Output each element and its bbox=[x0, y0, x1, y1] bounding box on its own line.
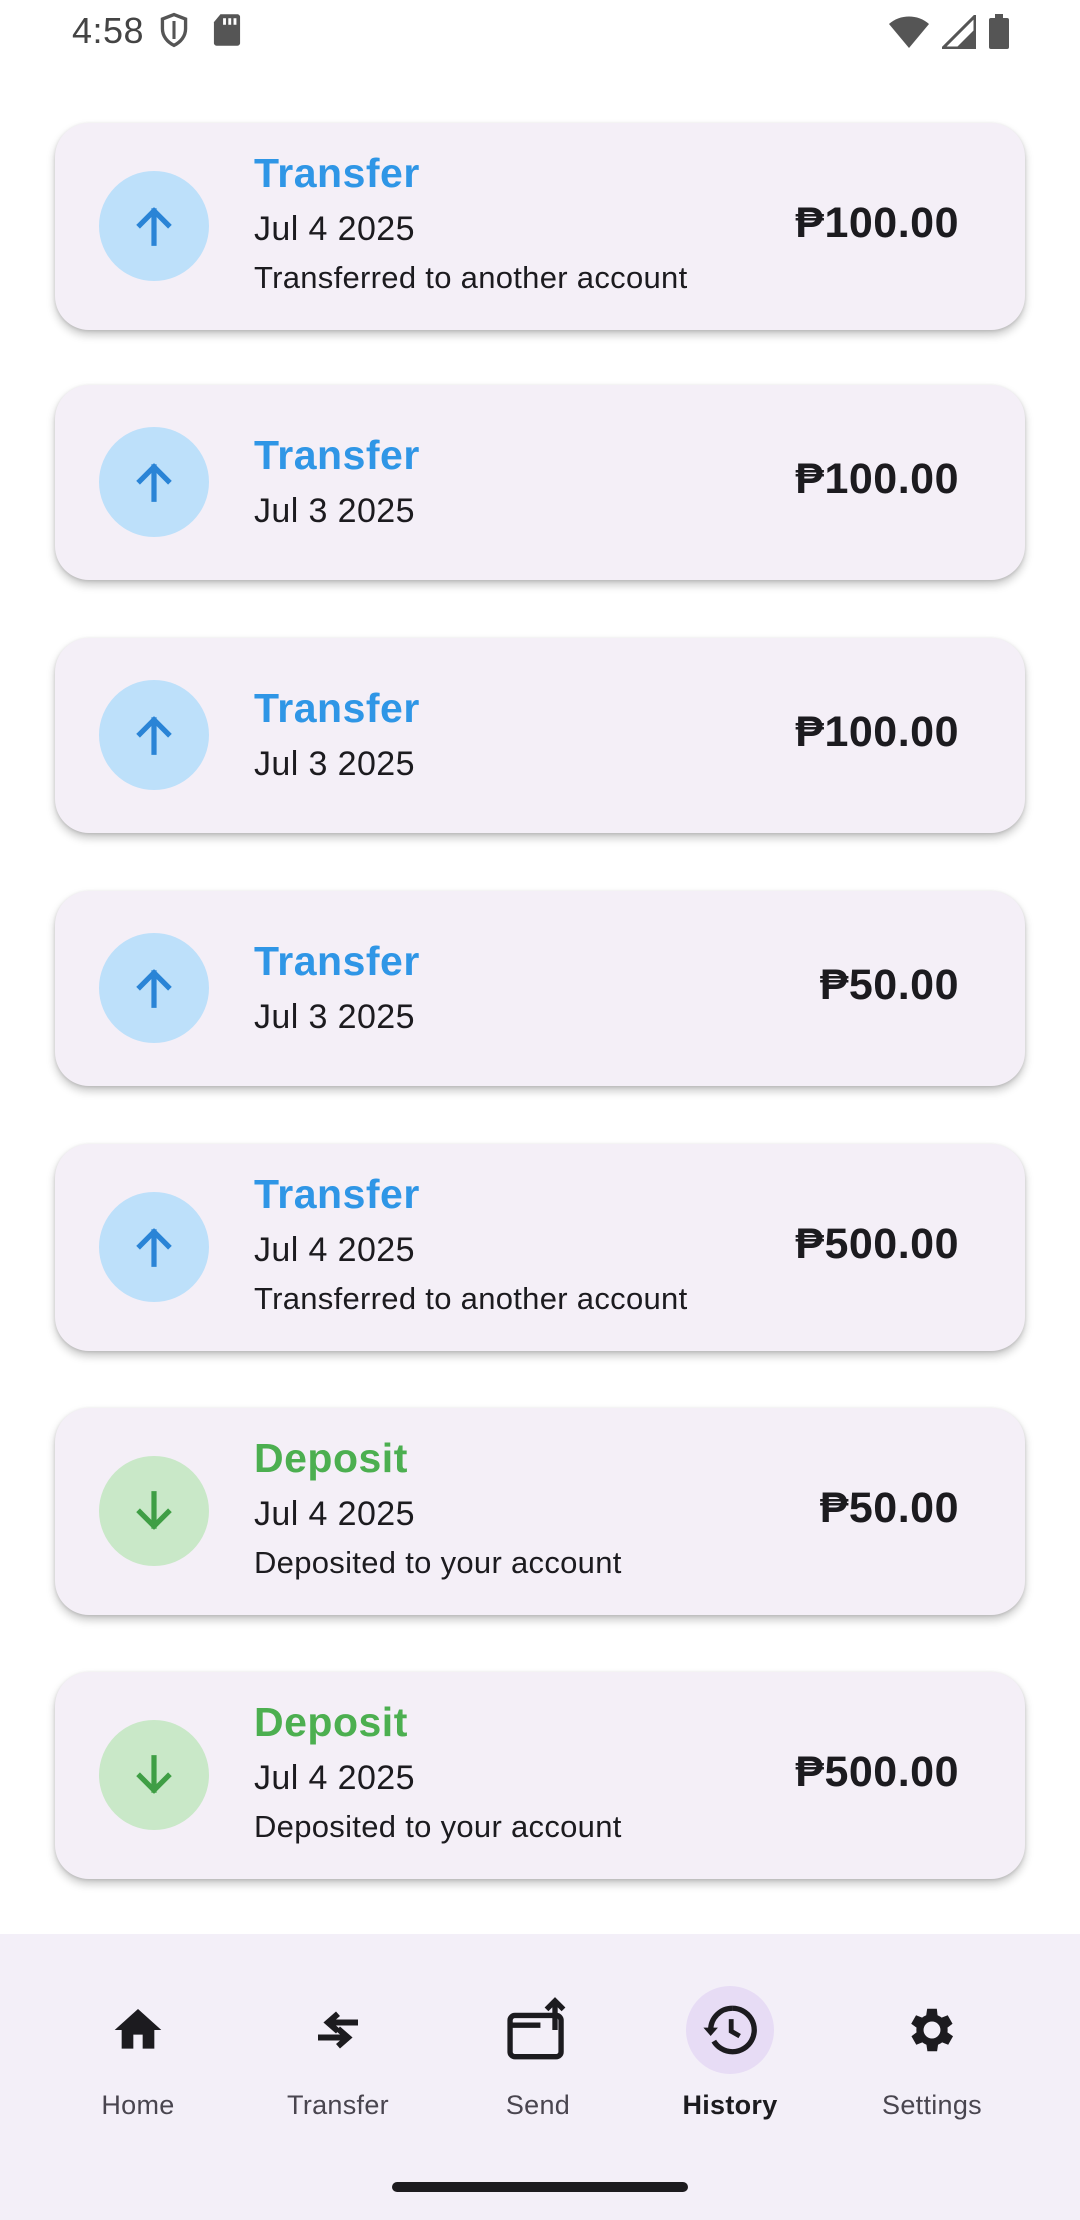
nav-item-home[interactable]: Home bbox=[48, 1986, 228, 2136]
transaction-card[interactable]: Deposit Jul 4 2025 Deposited to your acc… bbox=[55, 1672, 1025, 1879]
transaction-type: Transfer bbox=[254, 150, 420, 196]
nav-item-history[interactable]: History bbox=[640, 1986, 820, 2136]
transaction-amount: ₱100.00 bbox=[795, 455, 959, 503]
nav-label: Send bbox=[505, 2090, 571, 2120]
transaction-date: Jul 3 2025 bbox=[254, 745, 415, 783]
transaction-date: Jul 4 2025 bbox=[254, 210, 415, 248]
transaction-info: Deposit Jul 4 2025 Deposited to your acc… bbox=[254, 1434, 622, 1582]
transaction-card[interactable]: Transfer Jul 4 2025 Transferred to anoth… bbox=[55, 1144, 1025, 1351]
transaction-amount: ₱500.00 bbox=[795, 1220, 959, 1268]
battery-icon bbox=[988, 14, 1010, 55]
transaction-card[interactable]: Transfer Jul 4 2025 Transferred to anoth… bbox=[55, 123, 1025, 330]
status-bar: 4:58 bbox=[0, 0, 1080, 64]
transaction-date: Jul 3 2025 bbox=[254, 492, 415, 530]
transaction-card[interactable]: Deposit Jul 4 2025 Deposited to your acc… bbox=[55, 1408, 1025, 1615]
transaction-avatar bbox=[99, 1720, 209, 1830]
status-right-icons bbox=[888, 12, 1010, 55]
arrow-down-icon bbox=[136, 1491, 172, 1530]
nav-icon-container bbox=[888, 1986, 976, 2074]
transaction-info: Transfer Jul 3 2025 bbox=[254, 431, 420, 531]
arrow-up-icon bbox=[136, 716, 172, 755]
transaction-description: Deposited to your account bbox=[254, 1809, 622, 1844]
nav-label: Transfer bbox=[287, 2090, 389, 2120]
transaction-date: Jul 4 2025 bbox=[254, 1231, 415, 1269]
transaction-amount: ₱500.00 bbox=[795, 1748, 959, 1796]
transaction-info: Transfer Jul 4 2025 Transferred to anoth… bbox=[254, 149, 687, 297]
transaction-description: Deposited to your account bbox=[254, 1545, 622, 1580]
shield-icon bbox=[158, 12, 190, 53]
transaction-date: Jul 4 2025 bbox=[254, 1495, 415, 1533]
transaction-card[interactable]: Transfer Jul 3 2025 ₱50.00 bbox=[55, 891, 1025, 1086]
nav-item-transfer[interactable]: Transfer bbox=[248, 1986, 428, 2136]
transaction-description: Transferred to another account bbox=[254, 1281, 688, 1316]
transaction-type: Transfer bbox=[254, 685, 420, 731]
transaction-amount: ₱50.00 bbox=[819, 961, 959, 1009]
wifi-icon bbox=[888, 15, 930, 54]
transaction-type: Transfer bbox=[254, 938, 420, 984]
transaction-info: Deposit Jul 4 2025 Deposited to your acc… bbox=[254, 1698, 622, 1846]
nav-label: Settings bbox=[882, 2090, 982, 2120]
gesture-home-indicator[interactable] bbox=[392, 2182, 688, 2192]
signal-icon bbox=[939, 12, 977, 54]
arrow-up-icon bbox=[136, 207, 172, 246]
status-left-icons bbox=[158, 12, 242, 53]
transaction-info: Transfer Jul 3 2025 bbox=[254, 937, 420, 1037]
transaction-avatar bbox=[99, 933, 209, 1043]
nav-icon-container bbox=[94, 1986, 182, 2074]
transaction-type: Deposit bbox=[254, 1699, 408, 1745]
bottom-navigation: Home Transfer Send History Settings bbox=[0, 1934, 1080, 2220]
nav-icon-container bbox=[294, 1986, 382, 2074]
status-time: 4:58 bbox=[72, 10, 145, 51]
nav-item-settings[interactable]: Settings bbox=[842, 1986, 1022, 2136]
arrow-up-icon bbox=[136, 969, 172, 1008]
sd-card-icon bbox=[212, 13, 242, 52]
nav-item-send[interactable]: Send bbox=[448, 1986, 628, 2136]
transaction-amount: ₱100.00 bbox=[795, 708, 959, 756]
nav-label: History bbox=[682, 2090, 778, 2120]
nav-label: Home bbox=[101, 2090, 175, 2120]
transaction-description: Transferred to another account bbox=[254, 260, 688, 295]
transaction-info: Transfer Jul 4 2025 Transferred to anoth… bbox=[254, 1170, 687, 1318]
send-wallet-icon bbox=[507, 1997, 566, 2060]
transaction-type: Transfer bbox=[254, 1171, 420, 1217]
transaction-avatar bbox=[99, 427, 209, 537]
transaction-avatar bbox=[99, 1192, 209, 1302]
transaction-type: Deposit bbox=[254, 1435, 408, 1481]
nav-icon-container-active bbox=[686, 1986, 774, 2074]
transaction-card[interactable]: Transfer Jul 3 2025 ₱100.00 bbox=[55, 638, 1025, 833]
arrow-down-icon bbox=[136, 1755, 172, 1794]
arrow-up-icon bbox=[136, 1228, 172, 1267]
transaction-amount: ₱50.00 bbox=[819, 1484, 959, 1532]
transaction-card[interactable]: Transfer Jul 3 2025 ₱100.00 bbox=[55, 385, 1025, 580]
gear-icon bbox=[911, 2008, 954, 2052]
transaction-amount: ₱100.00 bbox=[795, 199, 959, 247]
transaction-info: Transfer Jul 3 2025 bbox=[254, 684, 420, 784]
nav-icon-container bbox=[494, 1986, 582, 2074]
transaction-date: Jul 3 2025 bbox=[254, 998, 415, 1036]
transaction-avatar bbox=[99, 171, 209, 281]
transaction-avatar bbox=[99, 1456, 209, 1566]
home-icon bbox=[114, 2009, 162, 2049]
transaction-date: Jul 4 2025 bbox=[254, 1759, 415, 1797]
transfer-arrows-icon bbox=[318, 2011, 358, 2049]
transaction-avatar bbox=[99, 680, 209, 790]
history-icon bbox=[703, 2005, 757, 2055]
arrow-up-icon bbox=[136, 463, 172, 502]
transaction-type: Transfer bbox=[254, 432, 420, 478]
